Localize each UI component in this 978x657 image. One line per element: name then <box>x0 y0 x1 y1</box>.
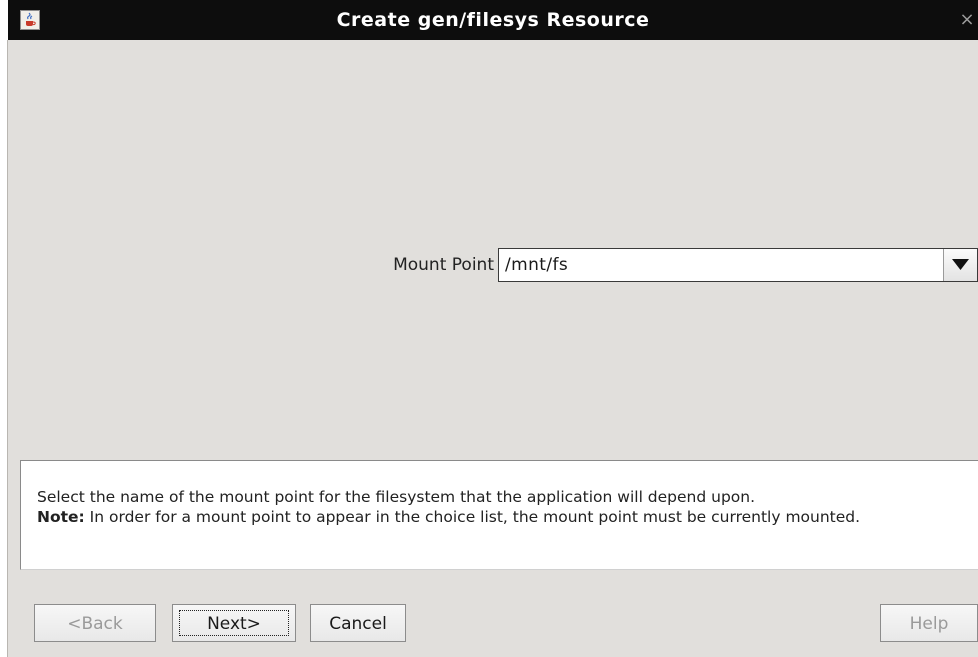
description-note: Note: In order for a mount point to appe… <box>37 507 967 527</box>
description-text: Select the name of the mount point for t… <box>37 487 967 527</box>
note-text: In order for a mount point to appear in … <box>84 508 861 526</box>
description-panel: Select the name of the mount point for t… <box>20 460 978 570</box>
description-line: Select the name of the mount point for t… <box>37 488 756 506</box>
dialog-window: Create gen/filesys Resource × Mount Poin… <box>8 0 978 657</box>
cancel-button[interactable]: Cancel <box>310 604 406 642</box>
window-left-edge <box>7 40 8 657</box>
mount-point-value: /mnt/fs <box>505 255 569 275</box>
window-title: Create gen/filesys Resource <box>336 9 650 31</box>
help-button[interactable]: Help <box>880 604 978 642</box>
close-icon[interactable]: × <box>956 8 978 32</box>
next-button-label: Next> <box>179 610 289 636</box>
title-bar[interactable]: Create gen/filesys Resource × <box>8 0 978 40</box>
next-button[interactable]: Next> <box>172 604 296 642</box>
mount-point-label: Mount Point <box>393 255 494 275</box>
dropdown-arrow-button[interactable] <box>943 249 977 281</box>
back-button[interactable]: <Back <box>34 604 156 642</box>
note-label: Note: <box>37 508 85 526</box>
triangle-down-icon <box>952 259 969 270</box>
mount-point-combobox[interactable]: /mnt/fs <box>498 248 978 282</box>
